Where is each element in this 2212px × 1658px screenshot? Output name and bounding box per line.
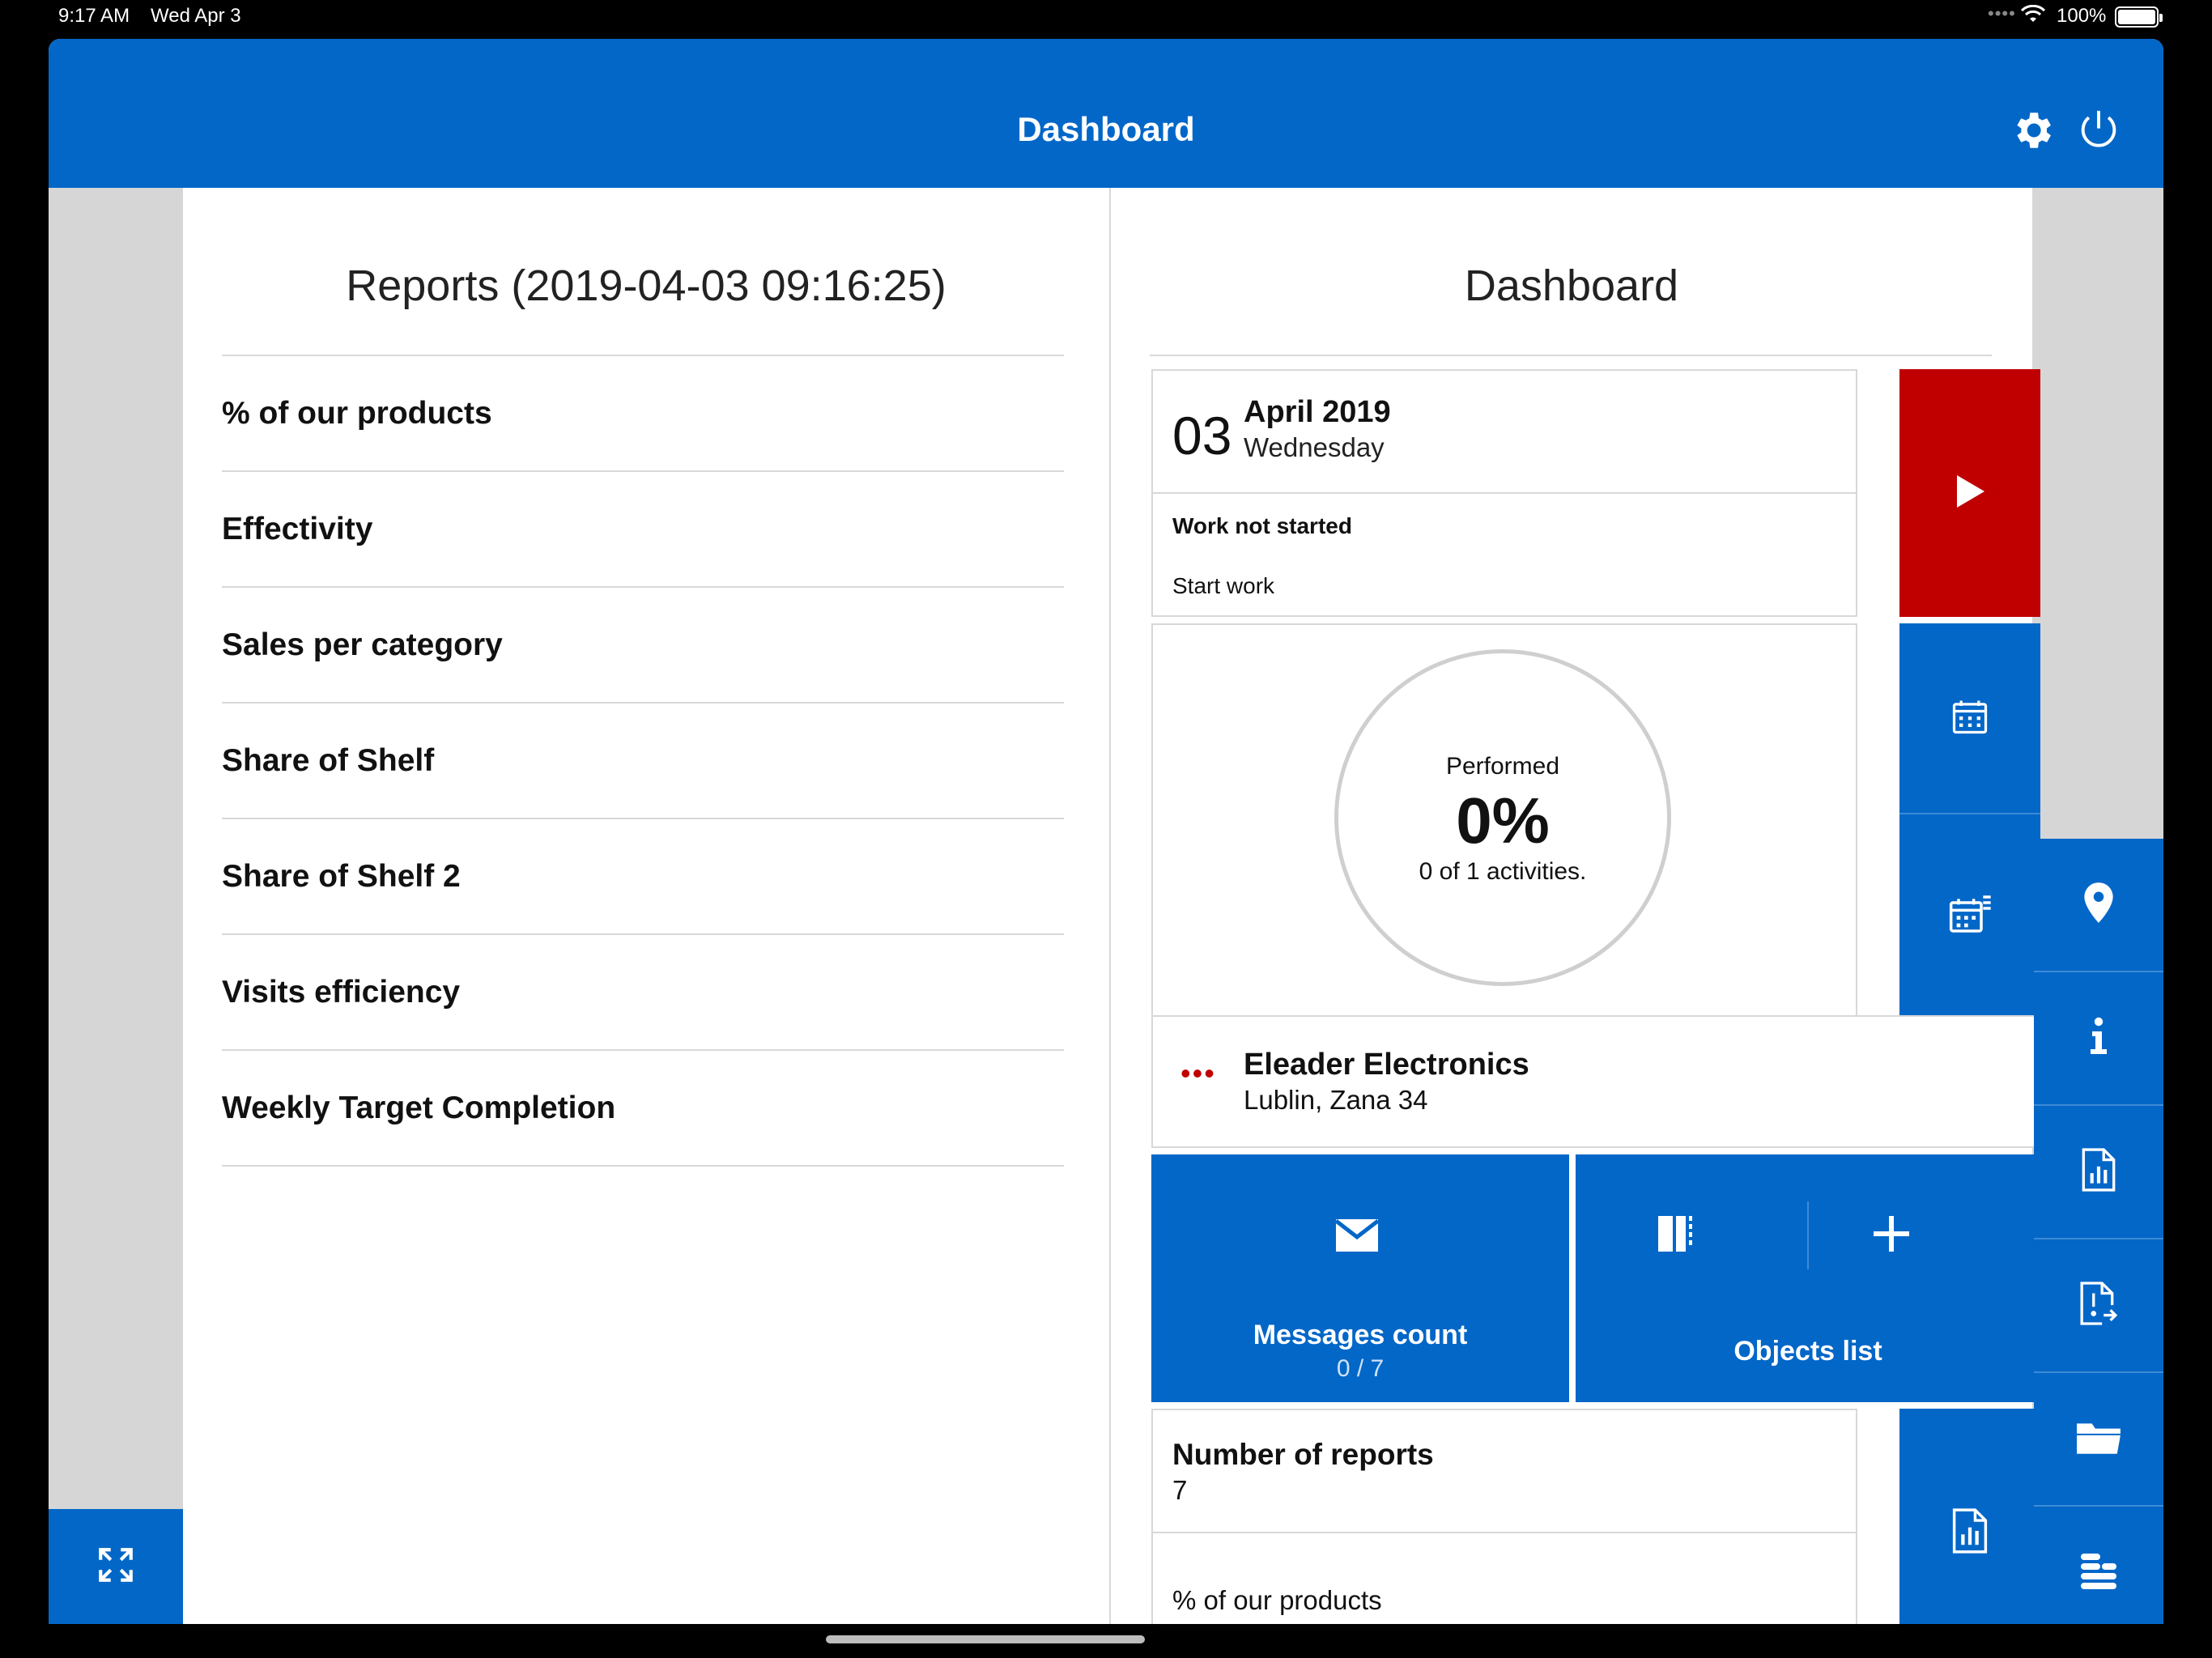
gear-icon[interactable] [2004,102,2061,159]
envelope-icon [1334,1218,1380,1257]
reports-card-button[interactable] [1899,1409,2040,1624]
battery-percent: 100% [2057,5,2107,27]
report-item-label: Sales per category [222,627,503,662]
start-work-label[interactable]: Start work [1172,573,1274,599]
report-item[interactable]: Share of Shelf 2 [222,818,1064,933]
reports-count-card: Number of reports 7 % of our products [1151,1409,1857,1624]
title-divider [1150,355,1992,356]
location-name: Eleader Electronics [1244,1048,1529,1082]
report-item[interactable]: Effectivity [222,470,1064,586]
dashboard-panel-title: Dashboard [1464,261,1679,310]
location-address: Lublin, Zana 34 [1244,1085,1428,1115]
messages-tile[interactable]: Messages count 0 / 7 [1151,1154,1569,1402]
reports-card-report-name[interactable]: % of our products [1172,1585,1382,1616]
more-dots-icon[interactable]: ••• [1180,1059,1216,1088]
calendar-button[interactable] [1899,623,2040,814]
nav-folder[interactable] [2034,1373,2163,1507]
report-item-label: Effectivity [222,511,373,546]
battery-icon [2115,6,2163,28]
date-card: 03 April 2019 Wednesday Work not started… [1151,369,1857,617]
plus-icon[interactable] [1869,1211,1914,1261]
expand-icon [96,1545,136,1589]
report-item-label: Share of Shelf [222,742,435,778]
location-pin-icon [2082,881,2116,929]
expand-button[interactable] [49,1509,183,1624]
multitask-dots-icon: •••• [1988,3,2016,23]
list-divider [222,1165,1064,1167]
report-item[interactable]: Share of Shelf [222,702,1064,818]
card-divider [1153,1532,1857,1533]
reports-panel: Reports (2019-04-03 09:16:25) % of our p… [183,188,1109,1624]
date-weekday: Wednesday [1244,432,1385,462]
reports-panel-title: Reports (2019-04-03 09:16:25) [346,261,946,310]
calendar-list-icon [1947,891,1993,941]
messages-label: Messages count [1253,1320,1468,1350]
reports-count-label: Number of reports [1172,1438,1434,1471]
objects-label: Objects list [1733,1336,1882,1367]
report-item-label: Share of Shelf 2 [222,858,461,894]
date-day: 03 [1172,406,1232,466]
location-card[interactable]: ••• Eleader Electronics Lublin, Zana 34 [1151,1015,2040,1148]
nav-database[interactable] [2034,1507,2163,1624]
right-nav [2034,839,2163,1624]
app-window: Dashboard Reports (2019-04-03 09:16:25) … [49,39,2163,1624]
card-divider [1153,492,1857,494]
nav-location[interactable] [2034,839,2163,972]
report-item-label: % of our products [222,395,492,431]
start-work-button[interactable] [1899,369,2040,617]
performed-card: Performed 0% 0 of 1 activities. [1151,623,1857,1017]
report-item-label: Weekly Target Completion [222,1090,616,1125]
reports-count-value: 7 [1172,1475,1188,1505]
report-item-label: Visits efficiency [222,974,461,1010]
barcode-icon[interactable] [1657,1213,1700,1259]
status-bar: 9:17 AM Wed Apr 3 •••• 100% [0,0,2212,36]
power-icon[interactable] [2070,102,2127,159]
calendar-icon [1949,695,1991,742]
calendar-list-button[interactable] [1899,814,2040,1017]
database-icon [2078,1550,2119,1596]
dashboard-panel: Dashboard 03 April 2019 Wednesday Work n… [1111,188,2040,1624]
wifi-icon [2020,4,2046,30]
report-item[interactable]: Sales per category [222,586,1064,702]
tile-divider [1807,1201,1809,1269]
app-title: Dashboard [1017,110,1195,148]
report-item[interactable]: % of our products [222,355,1064,470]
info-icon [2089,1017,2108,1060]
report-alert-icon [2078,1281,2119,1330]
work-status: Work not started [1172,513,1352,538]
date-month-year: April 2019 [1244,395,1391,429]
nav-reports[interactable] [2034,1106,2163,1239]
activities-count: 0 of 1 activities. [1419,858,1587,885]
report-item[interactable]: Visits efficiency [222,933,1064,1049]
nav-report-alert[interactable] [2034,1239,2163,1373]
play-icon [1954,474,1986,513]
nav-info[interactable] [2034,972,2163,1106]
status-time: 9:17 AM [58,5,130,27]
top-bar: Dashboard [49,39,2163,188]
home-indicator[interactable] [826,1635,1145,1643]
performed-label: Performed [1445,753,1560,780]
objects-tile[interactable]: Objects list [1576,1154,2040,1402]
messages-count: 0 / 7 [1336,1355,1385,1382]
status-date: Wed Apr 3 [151,5,241,27]
folder-icon [2075,1418,2122,1460]
report-chart-icon [1950,1507,1990,1558]
report-item[interactable]: Weekly Target Completion [222,1049,1064,1165]
report-chart-icon [2079,1148,2118,1196]
performed-percent: 0% [1456,784,1550,857]
